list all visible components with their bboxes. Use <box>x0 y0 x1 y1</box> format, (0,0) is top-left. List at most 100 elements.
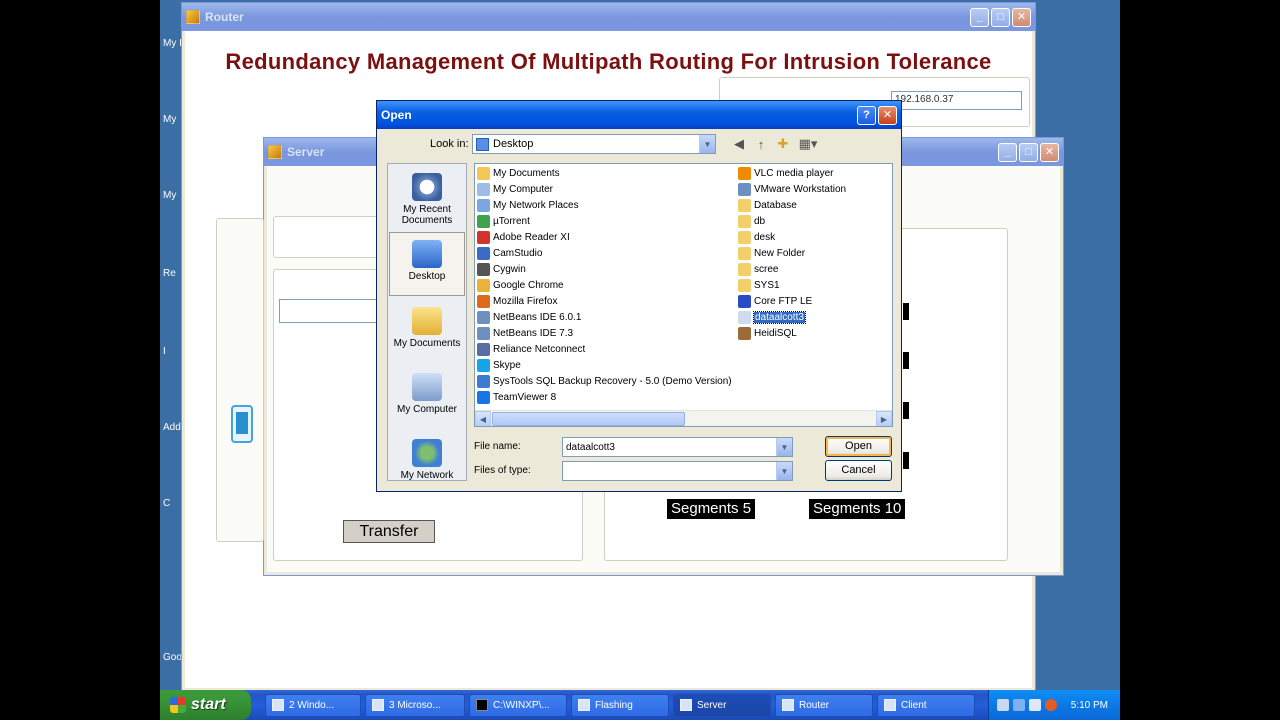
desktop-icon-label[interactable]: My <box>163 114 176 125</box>
file-list-item[interactable]: scree <box>738 262 778 277</box>
file-list-item[interactable]: My Network Places <box>477 198 579 213</box>
maximize-button[interactable]: □ <box>1019 142 1038 162</box>
taskbar-item[interactable]: Flashing <box>571 693 669 717</box>
file-label: CamStudio <box>493 248 543 259</box>
open-button[interactable]: Open <box>825 436 892 457</box>
file-list-item[interactable]: Adobe Reader XI <box>477 230 570 245</box>
volume-tray-icon[interactable] <box>1028 699 1041 711</box>
file-list-item[interactable]: desk <box>738 230 775 245</box>
file-list-item[interactable]: Skype <box>477 358 521 373</box>
chevron-down-icon[interactable]: ▼ <box>776 462 792 480</box>
app-icon <box>186 10 200 24</box>
file-icon <box>738 327 751 340</box>
new-folder-icon[interactable]: ✚ <box>774 135 792 153</box>
alert-tray-icon[interactable] <box>1044 699 1057 711</box>
view-menu-icon[interactable]: ▦▾ <box>796 135 820 153</box>
desktop-icon-label[interactable]: Goo <box>163 652 182 663</box>
transfer-button[interactable]: Transfer <box>343 520 435 543</box>
router-titlebar[interactable]: Router _ □ ✕ <box>182 3 1035 31</box>
chevron-down-icon[interactable]: ▼ <box>699 135 715 153</box>
file-name-combo[interactable]: dataalcott3 ▼ <box>562 437 793 457</box>
taskbar-item[interactable]: Router <box>775 693 873 717</box>
file-list-item[interactable]: VMware Workstation <box>738 182 846 197</box>
file-label: NetBeans IDE 6.0.1 <box>493 312 582 323</box>
network-tray-icon[interactable] <box>996 699 1009 711</box>
server-input[interactable] <box>279 299 379 323</box>
open-dialog-titlebar[interactable]: Open ? ✕ <box>377 101 901 129</box>
horizontal-scrollbar[interactable]: ◀ ▶ <box>475 410 892 426</box>
taskbar-item[interactable]: C:\WINXP\... <box>469 693 567 717</box>
file-list-item[interactable]: TeamViewer 8 <box>477 390 556 405</box>
help-button[interactable]: ? <box>857 105 876 125</box>
desktop-icon-label[interactable]: Re <box>163 268 176 279</box>
file-list-item[interactable]: Mozilla Firefox <box>477 294 557 309</box>
file-list-item[interactable]: My Documents <box>477 166 560 181</box>
desktop-icon-label[interactable]: I <box>163 346 166 357</box>
look-in-combo[interactable]: Desktop ▼ <box>472 134 716 154</box>
place-my-network[interactable]: My Network <box>388 432 466 496</box>
file-list-item[interactable]: db <box>738 214 765 229</box>
file-list[interactable]: My Documents My Computer My Network Places… <box>474 163 893 427</box>
folder-icon <box>738 263 751 276</box>
taskbar-item[interactable]: 2 Windo... <box>265 693 361 717</box>
files-of-type-combo[interactable]: ▼ <box>562 461 793 481</box>
file-list-item[interactable]: My Computer <box>477 182 553 197</box>
console-icon <box>476 699 488 711</box>
scroll-left-icon[interactable]: ◀ <box>475 411 491 426</box>
windows-logo-icon <box>170 697 186 713</box>
place-recent-documents[interactable]: My Recent Documents <box>388 166 466 230</box>
file-icon <box>477 215 490 228</box>
ip-address-input[interactable]: 192.168.0.37 <box>891 91 1022 110</box>
file-icon <box>477 375 490 388</box>
file-list-item[interactable]: HeidiSQL <box>738 326 797 341</box>
place-my-documents[interactable]: My Documents <box>388 300 466 364</box>
clock[interactable]: 5:10 PM <box>1071 700 1108 711</box>
file-list-item[interactable]: Database <box>738 198 797 213</box>
file-list-item[interactable]: SysTools SQL Backup Recovery - 5.0 (Demo… <box>477 374 732 389</box>
back-icon[interactable]: ◀ <box>730 135 748 153</box>
close-button[interactable]: ✕ <box>1040 142 1059 162</box>
minimize-button[interactable]: _ <box>998 142 1017 162</box>
file-icon <box>477 183 490 196</box>
taskbar-item[interactable]: Server <box>673 693 771 717</box>
scroll-right-icon[interactable]: ▶ <box>876 411 892 426</box>
taskbar-item[interactable]: Client <box>877 693 975 717</box>
maximize-button[interactable]: □ <box>991 7 1010 27</box>
file-list-item[interactable]: dataalcott3 <box>738 310 806 325</box>
app-icon <box>372 699 384 711</box>
desktop-icon-label[interactable]: My I <box>163 38 182 49</box>
start-button[interactable]: start <box>160 690 251 720</box>
close-button[interactable]: ✕ <box>1012 7 1031 27</box>
close-button[interactable]: ✕ <box>878 105 897 125</box>
file-list-item[interactable]: SYS1 <box>738 278 780 293</box>
file-list-item[interactable]: Reliance Netconnect <box>477 342 585 357</box>
minimize-button[interactable]: _ <box>970 7 989 27</box>
file-list-item[interactable]: VLC media player <box>738 166 833 181</box>
desktop-icon-label[interactable]: C <box>163 498 170 509</box>
monitor-tray-icon[interactable] <box>1012 699 1025 711</box>
file-list-item[interactable]: Cygwin <box>477 262 526 277</box>
task-label: Router <box>799 699 830 711</box>
file-list-item[interactable]: NetBeans IDE 6.0.1 <box>477 310 581 325</box>
desktop-icon-label[interactable]: Add <box>163 422 181 433</box>
file-list-item[interactable]: Core FTP LE <box>738 294 812 309</box>
scroll-thumb[interactable] <box>492 412 685 426</box>
place-desktop[interactable]: Desktop <box>389 232 465 296</box>
place-my-computer[interactable]: My Computer <box>388 366 466 430</box>
segments-5-label: Segments 5 <box>667 499 756 519</box>
clock-icon <box>412 173 442 201</box>
taskbar-item[interactable]: 3 Microso... <box>365 693 465 717</box>
cancel-button[interactable]: Cancel <box>825 460 892 481</box>
file-icon <box>738 183 751 196</box>
chevron-down-icon[interactable]: ▼ <box>776 438 792 456</box>
file-list-item[interactable]: NetBeans IDE 7.3 <box>477 326 573 341</box>
desktop-icon-label[interactable]: My <box>163 190 176 201</box>
task-label: 3 Microso... <box>389 699 441 711</box>
file-label: VMware Workstation <box>754 184 847 195</box>
file-list-item[interactable]: New Folder <box>738 246 805 261</box>
file-list-item[interactable]: µTorrent <box>477 214 530 229</box>
file-list-item[interactable]: CamStudio <box>477 246 542 261</box>
file-list-item[interactable]: Google Chrome <box>477 278 564 293</box>
up-folder-icon[interactable]: ↑ <box>752 135 770 153</box>
task-label: Server <box>697 699 727 711</box>
